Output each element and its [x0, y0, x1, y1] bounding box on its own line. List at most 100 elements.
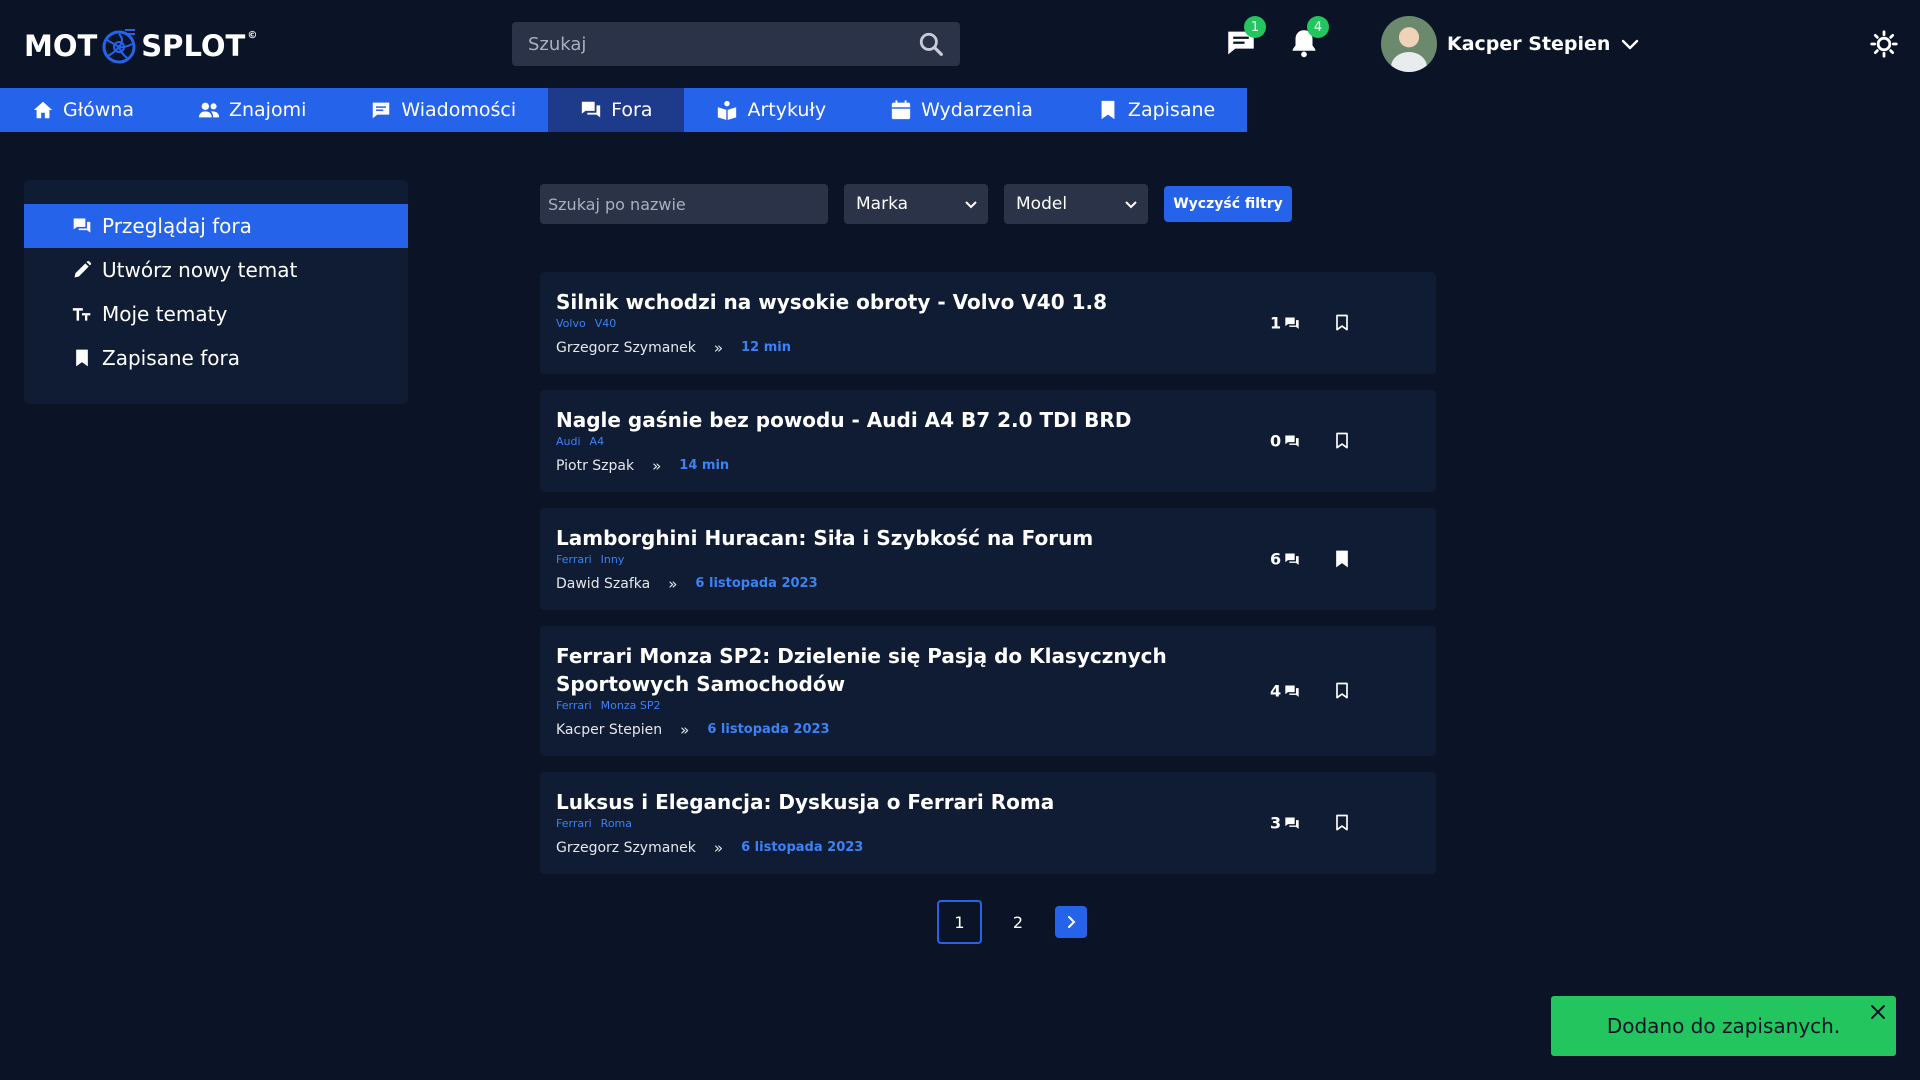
- bookmark-icon: [1101, 100, 1115, 120]
- topic-title[interactable]: Lamborghini Huracan: Siła i Szybkość na …: [556, 524, 1186, 552]
- logo-text-right: SPLOT: [141, 29, 246, 63]
- nav-item-label: Zapisane: [1127, 99, 1216, 121]
- topic-brand-tag[interactable]: Ferrari: [556, 699, 592, 712]
- nav-item-label: Znajomi: [228, 99, 307, 121]
- nav-item-friends[interactable]: Znajomi: [166, 88, 338, 132]
- nav-item-label: Wiadomości: [401, 99, 517, 121]
- model-select[interactable]: Model: [1004, 184, 1148, 224]
- double-chevron-icon: »: [713, 839, 724, 857]
- bookmark-icon[interactable]: [1332, 313, 1352, 333]
- user-menu[interactable]: Kacper Stepien: [1381, 16, 1640, 72]
- topic-title[interactable]: Silnik wchodzi na wysokie obroty - Volvo…: [556, 288, 1186, 316]
- topic-author[interactable]: Grzegorz Szymanek: [556, 838, 696, 858]
- topic-time: 6 listopada 2023: [695, 576, 818, 591]
- topic-brand-tag[interactable]: Audi: [556, 435, 581, 448]
- topic-model-tag[interactable]: Inny: [601, 553, 625, 566]
- nav-item-articles[interactable]: Artykuły: [684, 88, 858, 132]
- topic-meta: Piotr Szpak » 14 min: [556, 456, 1186, 476]
- calendar-icon: [891, 100, 911, 120]
- chevron-right-icon: [1068, 916, 1076, 928]
- notifications-button[interactable]: 4: [1287, 16, 1329, 60]
- forum-icon: [581, 101, 601, 118]
- nav-item-forums[interactable]: Fora: [548, 88, 685, 132]
- avatar: [1381, 16, 1437, 72]
- nav-item-home[interactable]: Główna: [0, 88, 166, 132]
- topic-model-tag[interactable]: A4: [590, 435, 605, 448]
- nav-item-saved[interactable]: Zapisane: [1065, 88, 1247, 132]
- comment-count: 1: [1270, 314, 1300, 333]
- topic-tags: Audi A4: [556, 434, 1186, 450]
- topic-tags: Volvo V40: [556, 316, 1186, 332]
- topic-title[interactable]: Ferrari Monza SP2: Dzielenie się Pasją d…: [556, 642, 1186, 698]
- topic-author[interactable]: Dawid Szafka: [556, 574, 650, 594]
- comment-count: 3: [1270, 814, 1300, 833]
- search-icon[interactable]: [918, 31, 944, 57]
- chevron-down-icon: [1622, 39, 1639, 50]
- topic-card[interactable]: Lamborghini Huracan: Siła i Szybkość na …: [540, 508, 1436, 610]
- comment-count: 6: [1270, 550, 1300, 569]
- sidebar-item-new-topic[interactable]: Utwórz nowy temat: [24, 248, 408, 292]
- model-select-value: Model: [1016, 194, 1068, 214]
- close-icon[interactable]: [1868, 1002, 1888, 1022]
- comments-icon: [1285, 553, 1299, 565]
- topic-card[interactable]: Nagle gaśnie bez powodu - Audi A4 B7 2.0…: [540, 390, 1436, 492]
- topic-model-tag[interactable]: Monza SP2: [601, 699, 661, 712]
- topic-brand-tag[interactable]: Ferrari: [556, 553, 592, 566]
- sidebar-item-browse-forums[interactable]: Przeglądaj fora: [24, 204, 408, 248]
- nav-item-events[interactable]: Wydarzenia: [858, 88, 1065, 132]
- main-nav: Główna Znajomi Wiadomości Fora Artykuły …: [0, 88, 1248, 132]
- sun-icon[interactable]: [1870, 30, 1898, 58]
- comment-count-value: 3: [1270, 813, 1282, 833]
- chevron-down-icon: [1125, 201, 1137, 209]
- topic-card[interactable]: Ferrari Monza SP2: Dzielenie się Pasją d…: [540, 626, 1436, 756]
- global-search: [512, 22, 960, 66]
- bookmark-icon[interactable]: [1332, 431, 1352, 451]
- topic-brand-tag[interactable]: Volvo: [556, 317, 586, 330]
- bookmark-icon[interactable]: [1332, 813, 1352, 833]
- page-2-button[interactable]: 2: [1000, 900, 1036, 944]
- bookmark-icon[interactable]: [1332, 549, 1352, 569]
- comment-count-value: 0: [1270, 431, 1282, 451]
- next-page-button[interactable]: [1055, 906, 1087, 938]
- logo-registered-mark: ©: [247, 30, 258, 41]
- double-chevron-icon: »: [652, 457, 662, 475]
- sidebar-item-label: Moje tematy: [102, 302, 228, 326]
- sidebar-item-my-topics[interactable]: Moje tematy: [24, 292, 408, 336]
- topic-meta: Grzegorz Szymanek » 6 listopada 2023: [556, 838, 1186, 858]
- topic-model-tag[interactable]: V40: [595, 317, 617, 330]
- topic-author[interactable]: Piotr Szpak: [556, 456, 634, 476]
- bookmark-icon[interactable]: [1332, 681, 1352, 701]
- page-1-button[interactable]: 1: [937, 900, 982, 944]
- turbo-icon: [102, 29, 136, 64]
- chevron-down-icon: [965, 201, 977, 209]
- messages-button[interactable]: 1: [1224, 16, 1266, 60]
- topic-brand-tag[interactable]: Ferrari: [556, 817, 592, 830]
- brand-select-value: Marka: [856, 194, 909, 214]
- global-search-input[interactable]: [528, 33, 918, 55]
- brand-select[interactable]: Marka: [844, 184, 988, 224]
- topic-title[interactable]: Nagle gaśnie bez powodu - Audi A4 B7 2.0…: [556, 406, 1186, 434]
- clear-filters-button[interactable]: Wyczyść filtry: [1164, 186, 1292, 222]
- comments-icon: [1285, 685, 1299, 697]
- logo-text-left: MOT: [24, 29, 98, 63]
- topic-title[interactable]: Luksus i Elegancja: Dyskusja o Ferrari R…: [556, 788, 1186, 816]
- topic-card[interactable]: Silnik wchodzi na wysokie obroty - Volvo…: [540, 272, 1436, 374]
- topic-time: 12 min: [741, 340, 791, 355]
- topic-tags: Ferrari Roma: [556, 816, 1186, 832]
- home-icon: [33, 101, 53, 119]
- topic-model-tag[interactable]: Roma: [601, 817, 632, 830]
- topic-author[interactable]: Kacper Stepien: [556, 720, 662, 740]
- topic-time: 6 listopada 2023: [707, 722, 830, 737]
- sidebar-item-saved-forums[interactable]: Zapisane fora: [24, 336, 408, 380]
- topic-card[interactable]: Luksus i Elegancja: Dyskusja o Ferrari R…: [540, 772, 1436, 874]
- topic-meta: Kacper Stepien » 6 listopada 2023: [556, 720, 1186, 740]
- sidebar-item-label: Zapisane fora: [102, 346, 240, 370]
- nav-item-messages[interactable]: Wiadomości: [338, 88, 548, 132]
- topic-time: 14 min: [679, 458, 730, 473]
- pencil-icon: [74, 260, 92, 278]
- logo[interactable]: MOT SPLOT ©: [24, 26, 257, 66]
- name-search-input[interactable]: [540, 184, 828, 224]
- topic-meta: Grzegorz Szymanek » 12 min: [556, 338, 1186, 358]
- topic-author[interactable]: Grzegorz Szymanek: [556, 338, 696, 358]
- sidebar-item-label: Utwórz nowy temat: [102, 258, 298, 282]
